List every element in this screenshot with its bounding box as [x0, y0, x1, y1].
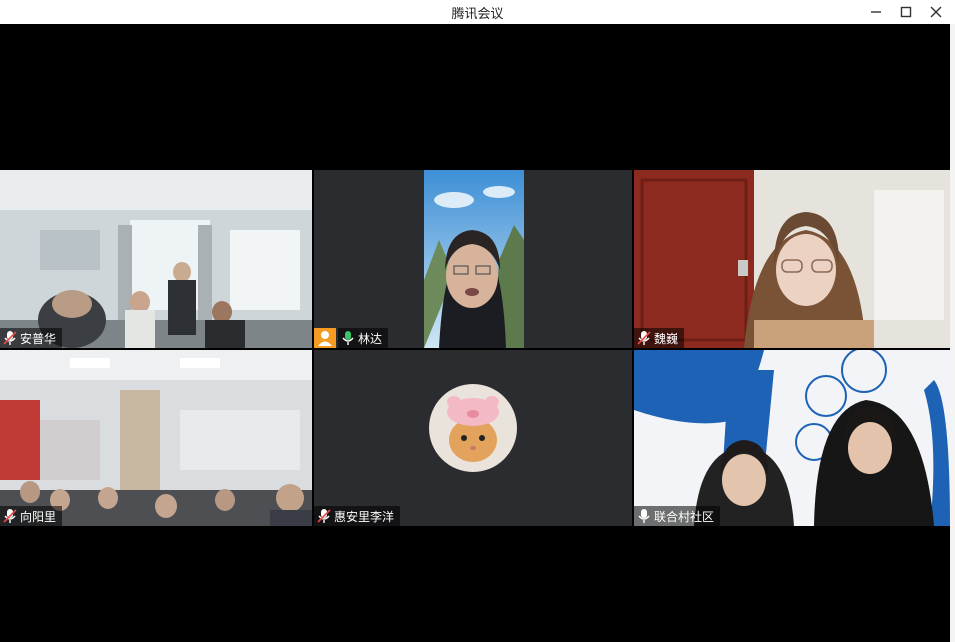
mic-muted-icon	[3, 509, 17, 523]
participant-nametag: 惠安里李洋	[314, 506, 401, 526]
video-feed	[314, 170, 632, 348]
participant-name: 惠安里李洋	[334, 509, 395, 524]
video-tile-4[interactable]: 向阳里	[0, 350, 312, 526]
participant-nametag: 魏巍	[634, 328, 685, 348]
window-title: 腾讯会议	[451, 7, 504, 22]
close-icon[interactable]	[926, 2, 946, 22]
video-tile-5[interactable]: 惠安里李洋	[314, 350, 632, 526]
participant-name: 安普华	[20, 331, 57, 346]
video-tile-6[interactable]: 联合村社区	[634, 350, 950, 526]
maximize-icon[interactable]	[896, 2, 916, 22]
video-feed	[0, 350, 312, 526]
title-bar: 腾讯会议	[0, 0, 955, 24]
video-feed	[634, 350, 950, 526]
mic-muted-icon	[3, 331, 17, 345]
avatar-view	[314, 350, 632, 526]
minimize-icon[interactable]	[866, 2, 886, 22]
video-tile-3[interactable]: 魏巍	[634, 170, 950, 348]
video-feed	[0, 170, 312, 348]
mic-muted-icon	[637, 331, 651, 345]
video-tile-1[interactable]: 安普华	[0, 170, 312, 348]
participant-nametag: 林达	[338, 328, 389, 348]
video-tile-2[interactable]: 林达	[314, 170, 632, 348]
user-icon	[318, 331, 332, 346]
mic-muted-icon	[317, 509, 331, 523]
participant-nametag: 安普华	[0, 328, 63, 348]
window-edge	[950, 24, 955, 642]
mic-on-icon	[638, 509, 650, 523]
participant-name: 向阳里	[20, 509, 57, 524]
participant-name: 林达	[358, 331, 383, 346]
video-feed	[634, 170, 950, 348]
video-grid: 安普华 林达 魏巍 向阳里 惠安里李洋 联合村社区	[0, 24, 950, 642]
mic-on-icon	[342, 331, 354, 345]
participant-nametag: 联合村社区	[634, 506, 721, 526]
host-badge	[314, 328, 336, 348]
participant-name: 魏巍	[654, 331, 679, 346]
participant-name: 联合村社区	[654, 509, 715, 524]
participant-nametag: 向阳里	[0, 506, 63, 526]
